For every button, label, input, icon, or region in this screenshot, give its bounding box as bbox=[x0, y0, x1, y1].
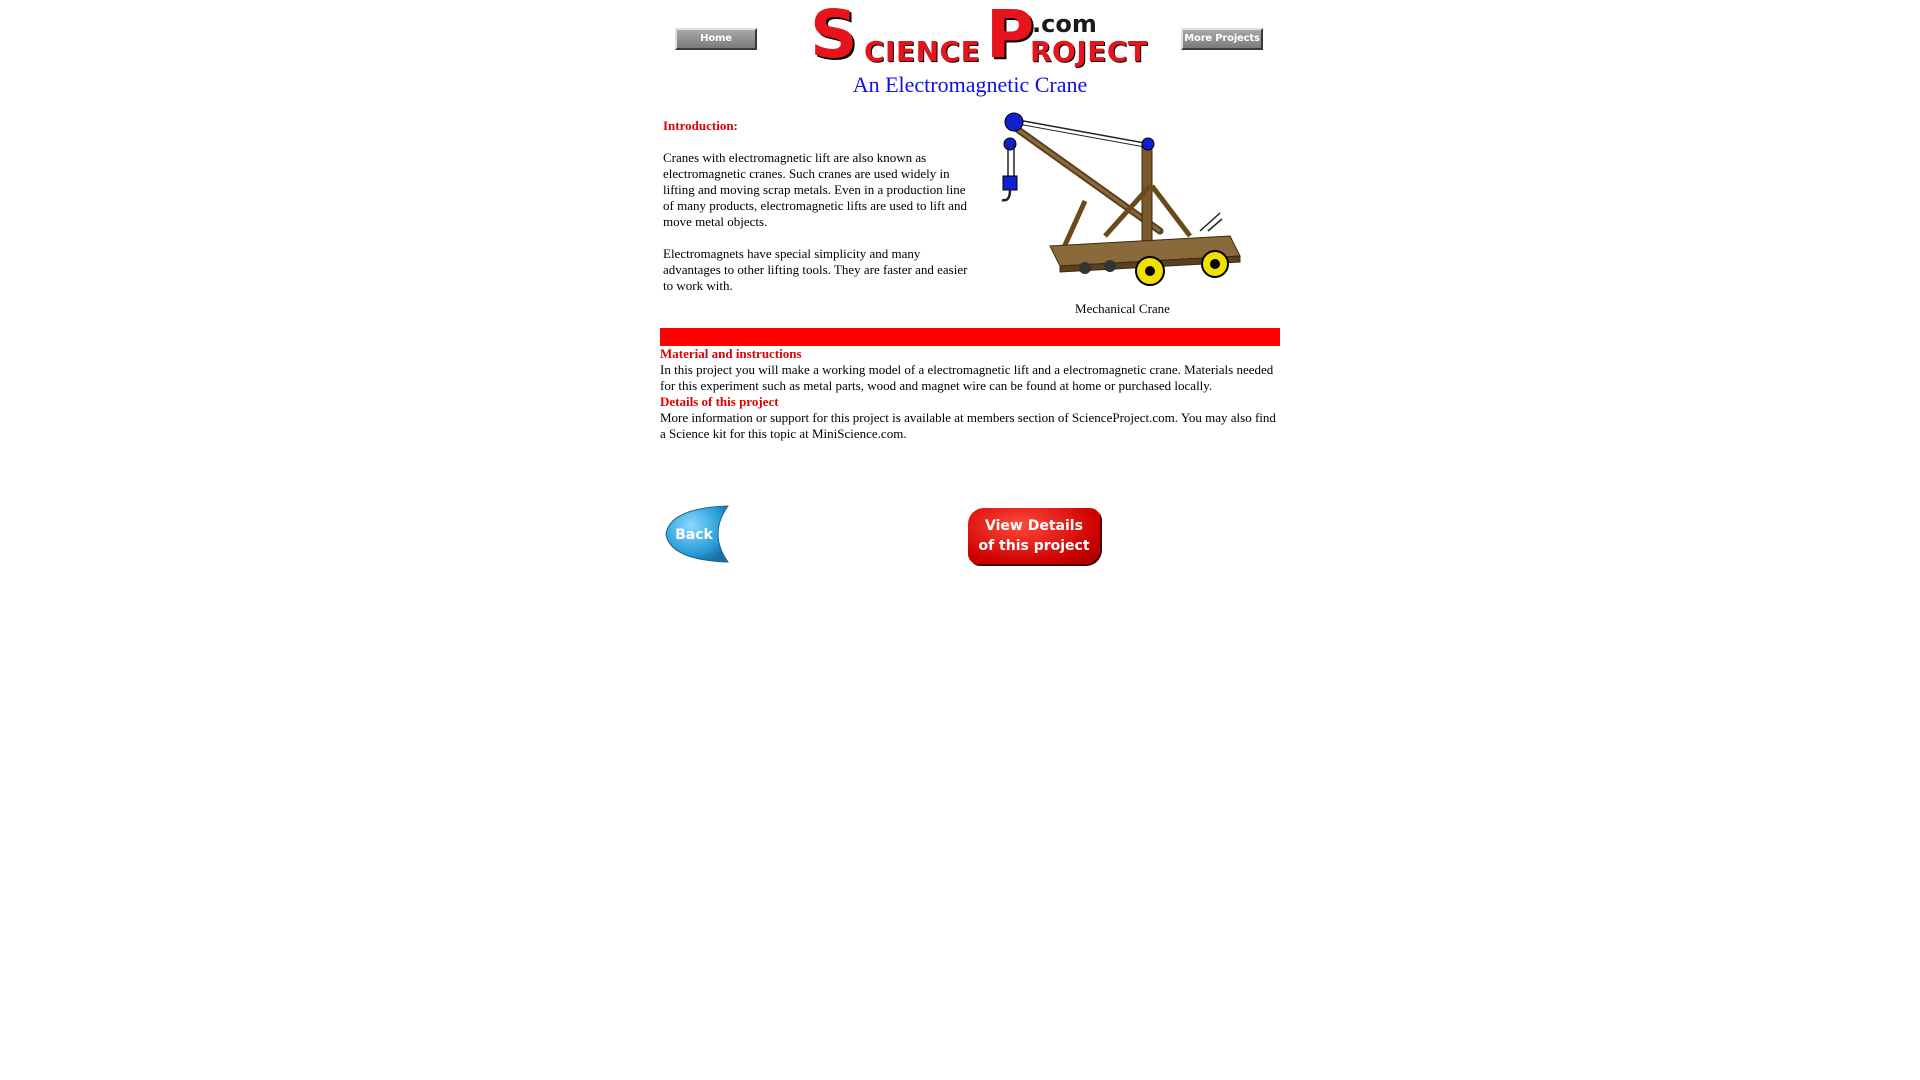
logo-letter-s: S bbox=[810, 0, 858, 73]
intro-heading: Introduction: bbox=[663, 118, 738, 133]
view-details-button[interactable]: View Details of this project bbox=[968, 508, 1100, 564]
intro-section: Introduction: Cranes with electromagneti… bbox=[660, 106, 1280, 328]
materials-section: Material and instructions In this projec… bbox=[660, 346, 1280, 442]
page-title: An Electromagnetic Crane bbox=[852, 72, 1088, 97]
mechanical-crane-image bbox=[1001, 112, 1241, 286]
intro-paragraph-1: Cranes with electromagnetic lift are als… bbox=[663, 150, 967, 229]
home-button[interactable]: Home bbox=[675, 28, 757, 50]
logo-letter-p: P bbox=[986, 0, 1035, 73]
logo-text-roject: ROJECT bbox=[1030, 35, 1148, 68]
logo-text-dotcom: .com bbox=[1032, 10, 1097, 38]
logo-text-cience: CIENCE bbox=[864, 35, 981, 68]
back-button[interactable]: Back bbox=[664, 504, 730, 564]
image-caption: Mechanical Crane bbox=[1075, 301, 1170, 316]
more-projects-button[interactable]: More Projects bbox=[1181, 28, 1263, 50]
materials-heading: Material and instructions bbox=[660, 346, 802, 361]
intro-paragraph-2: Electromagnets have special simplicity a… bbox=[663, 246, 968, 293]
back-label: Back bbox=[675, 527, 713, 543]
intro-text: Introduction: Cranes with electromagneti… bbox=[663, 118, 973, 310]
view-details-line-2: of this project bbox=[978, 538, 1090, 554]
red-divider bbox=[660, 328, 1280, 346]
page-container: Home S CIENCE P ROJECT .com More Project… bbox=[660, 2, 1280, 594]
header: Home S CIENCE P ROJECT .com More Project… bbox=[660, 2, 1280, 70]
site-logo[interactable]: S CIENCE P ROJECT .com bbox=[810, 2, 1147, 70]
materials-text: In this project you will make a working … bbox=[660, 362, 1274, 393]
details-heading: Details of this project bbox=[660, 394, 779, 409]
back-arrow-icon: Back bbox=[665, 505, 729, 563]
bottom-buttons: Back View Details of this project bbox=[660, 504, 1280, 594]
details-text: More information or support for this pro… bbox=[660, 410, 1276, 441]
view-details-line-1: View Details bbox=[985, 518, 1083, 534]
